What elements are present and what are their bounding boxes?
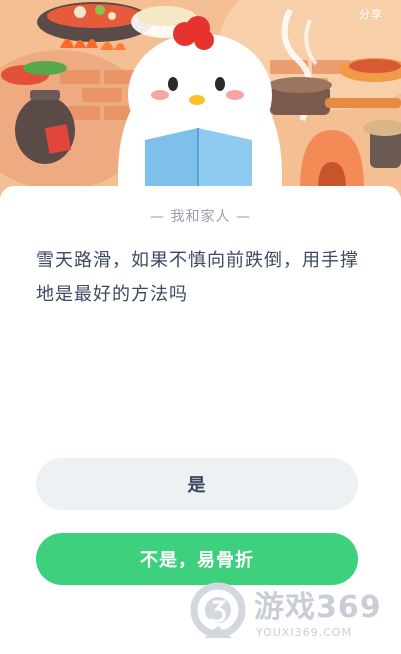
answer-option-yes-button[interactable]: 是	[36, 458, 358, 510]
youxi369-logo-icon	[190, 582, 246, 638]
share-button[interactable]: 分享	[359, 6, 383, 22]
watermark-url: YOUXI369.COM	[256, 626, 352, 639]
site-watermark: 游戏369 YOUXI369.COM	[190, 576, 400, 646]
question-text: 雪天路滑，如果不慎向前跌倒，用手撑地是最好的方法吗	[36, 250, 359, 305]
header-illustration: 分享	[0, 0, 401, 210]
question-category: — 我和家人 —	[150, 209, 251, 225]
watermark-title: 游戏369	[254, 590, 382, 625]
kitchen-scene-illustration	[0, 0, 401, 210]
answer-option-label: 不是，易骨折	[140, 550, 254, 571]
answer-option-label: 是	[187, 475, 207, 496]
